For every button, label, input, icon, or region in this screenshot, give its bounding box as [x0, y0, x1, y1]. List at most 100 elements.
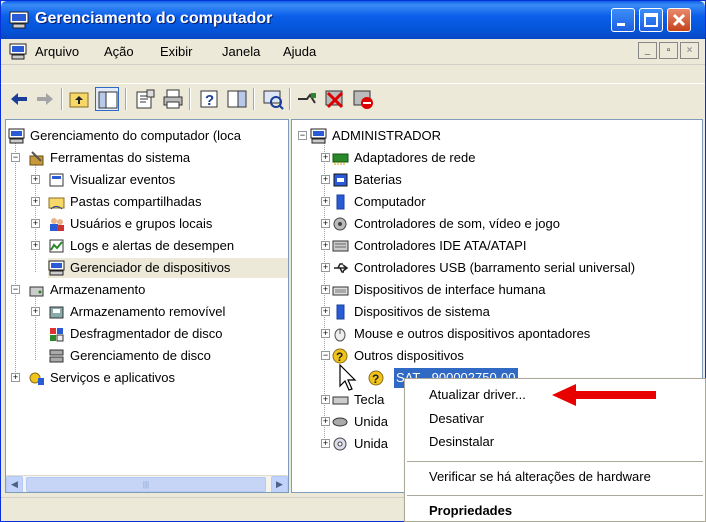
collapse-toggle[interactable]: − [11, 285, 20, 294]
menu-item-uninstall[interactable]: Desinstalar [429, 434, 494, 449]
tree-label: Mouse e outros dispositivos apontadores [354, 326, 591, 341]
hid-icon [332, 286, 349, 296]
menu-separator [407, 461, 703, 462]
up-folder-button[interactable] [67, 87, 91, 111]
menu-item-update-driver[interactable]: Atualizar driver... [429, 387, 526, 402]
svg-text:?: ? [205, 92, 214, 109]
scroll-left-button[interactable]: ◀ [6, 476, 23, 492]
mouse-cursor-icon [339, 364, 357, 391]
menu-arquivo[interactable]: Arquivo [35, 44, 79, 59]
title-bar[interactable]: Gerenciamento do computador [1, 1, 705, 39]
red-arrow-icon [552, 384, 656, 406]
expand-toggle[interactable]: + [31, 307, 40, 316]
tree-label: Gerenciamento do computador (loca [30, 128, 242, 143]
toolbar-separator [289, 88, 291, 110]
console-tree-icon [98, 91, 118, 109]
expand-toggle[interactable]: + [321, 329, 330, 338]
tree-label: Armazenamento [50, 282, 146, 297]
show-action-pane-button[interactable] [225, 87, 249, 111]
help-icon: ? [200, 90, 218, 109]
driver-update-icon [298, 93, 316, 104]
users-icon [50, 218, 64, 231]
event-viewer-icon [49, 173, 64, 187]
collapse-toggle[interactable]: − [321, 351, 330, 360]
menu-ajuda[interactable]: Ajuda [283, 44, 316, 59]
expand-toggle[interactable]: + [321, 153, 330, 162]
collapse-toggle[interactable]: − [298, 131, 307, 140]
tree-label: Dispositivos de sistema [354, 304, 490, 319]
uninstall-button[interactable] [323, 87, 347, 111]
expand-toggle[interactable]: + [11, 373, 20, 382]
tree-label: Controladores de som, vídeo e jogo [354, 216, 560, 231]
maximize-icon [644, 13, 658, 27]
scroll-right-button[interactable]: ▶ [271, 476, 288, 492]
print-button[interactable] [161, 87, 185, 111]
minimize-button[interactable] [611, 8, 635, 32]
menu-item-disable[interactable]: Desativar [429, 411, 484, 426]
minimize-icon [617, 23, 625, 26]
tree-label: Dispositivos de interface humana [354, 282, 546, 297]
shared-folder-icon [48, 197, 65, 210]
tree-label: Logs e alertas de desempen [70, 238, 235, 253]
console-tree-pane[interactable]: Gerenciamento do computador (loca − Ferr… [5, 119, 289, 493]
tree-label: Tecla [354, 392, 385, 407]
menu-acao[interactable]: Ação [104, 44, 134, 59]
action-pane-icon [227, 90, 247, 108]
menu-janela[interactable]: Janela [222, 44, 260, 59]
disable-button[interactable] [351, 87, 375, 111]
close-icon [672, 13, 686, 27]
unknown-device-icon: ? [332, 348, 348, 364]
maximize-button[interactable] [639, 8, 663, 32]
update-driver-button[interactable] [295, 87, 319, 111]
tree-label: Computador [354, 194, 426, 209]
back-arrow-icon [11, 93, 27, 105]
network-adapter-icon [332, 153, 349, 165]
window-title: Gerenciamento do computador [35, 10, 273, 27]
tree-label: Controladores IDE ATA/ATAPI [354, 238, 527, 253]
menu-item-scan-hardware[interactable]: Verificar se há alterações de hardware [429, 469, 651, 484]
toolbar-separator [61, 88, 63, 110]
computer-management-icon [9, 11, 29, 29]
tree-label: Baterias [354, 172, 402, 187]
forward-button[interactable] [33, 87, 57, 111]
expand-toggle[interactable]: + [321, 395, 330, 404]
uninstall-icon [325, 90, 344, 109]
collapse-toggle[interactable]: − [11, 153, 20, 162]
expand-toggle[interactable]: + [321, 417, 330, 426]
expand-toggle[interactable]: + [31, 197, 40, 206]
expand-toggle[interactable]: + [321, 307, 330, 316]
expand-toggle[interactable]: + [321, 197, 330, 206]
expand-toggle[interactable]: + [321, 175, 330, 184]
toolbar-separator [125, 88, 127, 110]
expand-toggle[interactable]: + [321, 219, 330, 228]
system-device-icon [336, 304, 345, 320]
show-tree-button[interactable] [95, 87, 119, 111]
help-button[interactable]: ? [197, 87, 221, 111]
expand-toggle[interactable]: + [321, 439, 330, 448]
close-button[interactable] [667, 8, 691, 32]
expand-toggle[interactable]: + [31, 241, 40, 250]
menu-item-properties[interactable]: Propriedades [429, 503, 512, 518]
storage-icon [29, 286, 44, 297]
mdi-controls: _ ▫ × [638, 42, 699, 59]
scan-hardware-button[interactable] [261, 87, 285, 111]
expand-toggle[interactable]: + [31, 219, 40, 228]
mdi-minimize-button[interactable]: _ [638, 42, 657, 59]
horizontal-scrollbar[interactable]: ◀ ||| ▶ [6, 475, 288, 492]
properties-button[interactable] [133, 87, 157, 111]
scroll-thumb[interactable]: ||| [26, 477, 266, 492]
expand-toggle[interactable]: + [321, 285, 330, 294]
tree-label: Serviços e aplicativos [50, 370, 175, 385]
mdi-close-button[interactable]: × [680, 42, 699, 59]
properties-icon [136, 89, 155, 109]
tree-item-device-manager[interactable]: Gerenciador de dispositivos [48, 258, 288, 278]
expand-toggle[interactable]: + [321, 241, 330, 250]
menu-bar: Arquivo Ação Exibir Janela Ajuda _ ▫ × [1, 39, 705, 65]
tree-label: Gerenciador de dispositivos [70, 260, 231, 275]
mdi-restore-button[interactable]: ▫ [659, 42, 678, 59]
back-button[interactable] [7, 87, 31, 111]
scan-hardware-icon [263, 90, 284, 110]
expand-toggle[interactable]: + [31, 175, 40, 184]
expand-toggle[interactable]: + [321, 263, 330, 272]
menu-exibir[interactable]: Exibir [160, 44, 193, 59]
